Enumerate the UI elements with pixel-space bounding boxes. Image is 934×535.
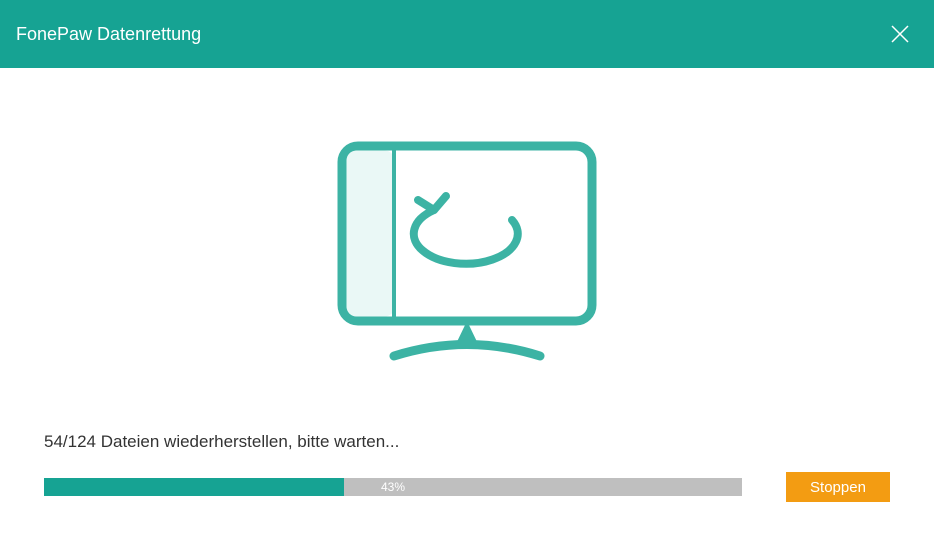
close-button[interactable] [886, 20, 914, 48]
main-content: 54/124 Dateien wiederherstellen, bitte w… [0, 68, 934, 535]
close-icon [890, 24, 910, 44]
stop-button[interactable]: Stoppen [786, 472, 890, 502]
bottom-row: 43% Stoppen [44, 472, 890, 502]
progress-percent-label: 43% [381, 480, 405, 494]
illustration [44, 68, 890, 368]
monitor-refresh-icon [334, 138, 600, 368]
app-title: FonePaw Datenrettung [16, 24, 201, 45]
titlebar: FonePaw Datenrettung [0, 0, 934, 68]
progress-bar: 43% [44, 478, 742, 496]
progress-fill [44, 478, 344, 496]
status-text: 54/124 Dateien wiederherstellen, bitte w… [44, 432, 890, 452]
